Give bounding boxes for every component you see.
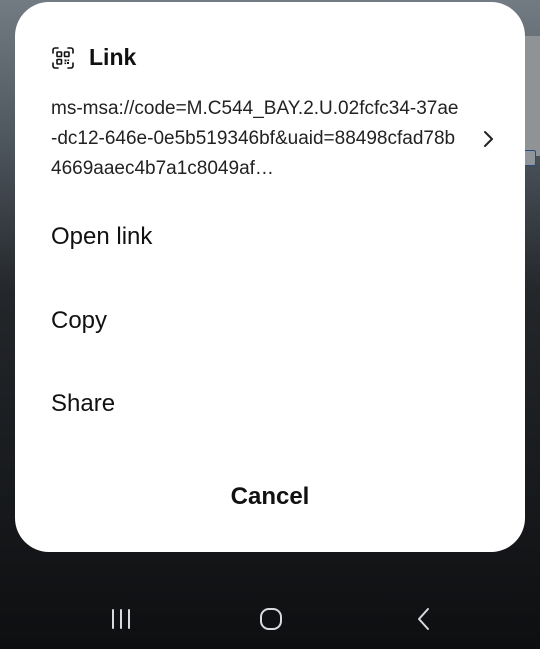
chevron-right-icon[interactable]: [477, 128, 499, 150]
link-url-row[interactable]: ms-msa://code=M.C544_BAY.2.U.02fcfc34-37…: [51, 94, 511, 194]
system-navigation-bar: [0, 589, 540, 649]
cancel-button[interactable]: Cancel: [15, 472, 525, 522]
qr-code-icon: [52, 46, 74, 69]
back-icon[interactable]: [413, 606, 435, 632]
sheet-title: Link: [89, 44, 137, 70]
home-icon[interactable]: [258, 606, 284, 632]
share-button[interactable]: Share: [51, 379, 491, 429]
open-link-button[interactable]: Open link: [51, 212, 491, 262]
sheet-header: Link: [51, 44, 136, 71]
recents-icon[interactable]: [108, 607, 134, 631]
link-action-sheet: Link ms-msa://code=M.C544_BAY.2.U.02fcfc…: [15, 2, 525, 552]
copy-button[interactable]: Copy: [51, 296, 491, 346]
link-url-text: ms-msa://code=M.C544_BAY.2.U.02fcfc34-37…: [51, 98, 459, 179]
